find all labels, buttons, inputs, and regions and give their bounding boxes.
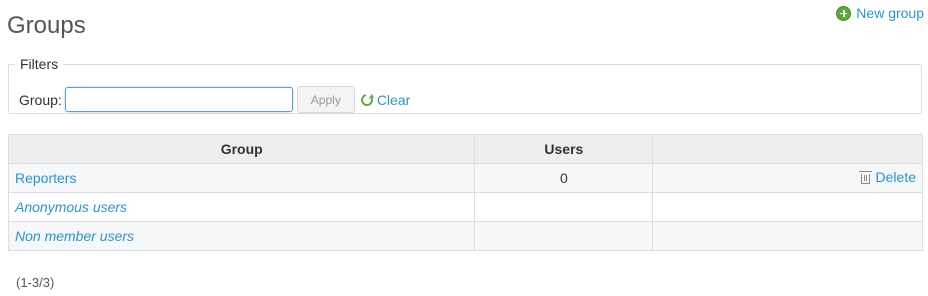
table-row: Non member users bbox=[7, 221, 923, 251]
users-count-cell: 0 bbox=[474, 163, 654, 193]
clear-label: Clear bbox=[376, 91, 411, 108]
filter-row: Group: Apply Clear bbox=[19, 86, 410, 113]
table-row: Reporters 0 Delete bbox=[7, 163, 923, 193]
delete-button[interactable]: Delete bbox=[858, 169, 916, 186]
table-row: Anonymous users bbox=[7, 192, 923, 222]
filters-legend: Filters bbox=[20, 56, 59, 72]
filters-fieldset: Filters Group: Apply Clear bbox=[8, 56, 922, 114]
groups-table: Group Users Reporters 0 Delete Anonymous… bbox=[7, 134, 923, 251]
add-icon bbox=[836, 5, 852, 21]
group-name-cell: Reporters bbox=[7, 163, 476, 193]
apply-button[interactable]: Apply bbox=[296, 86, 355, 113]
column-header-users[interactable]: Users bbox=[474, 134, 654, 164]
reload-icon bbox=[358, 91, 376, 108]
users-count-cell bbox=[474, 192, 654, 222]
table-header-row: Group Users bbox=[7, 134, 923, 164]
group-name-cell: Non member users bbox=[7, 221, 476, 251]
action-cell bbox=[652, 192, 923, 222]
action-cell bbox=[652, 221, 923, 251]
trash-icon bbox=[858, 170, 872, 184]
group-link[interactable]: Non member users bbox=[15, 228, 134, 244]
group-link[interactable]: Anonymous users bbox=[15, 199, 127, 215]
group-name-cell: Anonymous users bbox=[7, 192, 476, 222]
page-title: Groups bbox=[7, 12, 86, 39]
group-filter-input[interactable] bbox=[64, 87, 293, 112]
column-header-actions bbox=[652, 134, 923, 164]
new-group-link[interactable]: New group bbox=[836, 5, 924, 21]
action-cell: Delete bbox=[652, 163, 923, 193]
group-filter-label: Group: bbox=[19, 91, 62, 108]
group-link[interactable]: Reporters bbox=[15, 170, 76, 186]
new-group-label: New group bbox=[856, 5, 924, 21]
pagination-info: (1-3/3) bbox=[16, 275, 55, 290]
delete-label: Delete bbox=[875, 169, 916, 186]
clear-link[interactable]: Clear bbox=[358, 91, 411, 108]
column-header-group[interactable]: Group bbox=[7, 134, 476, 164]
users-count-cell bbox=[474, 221, 654, 251]
